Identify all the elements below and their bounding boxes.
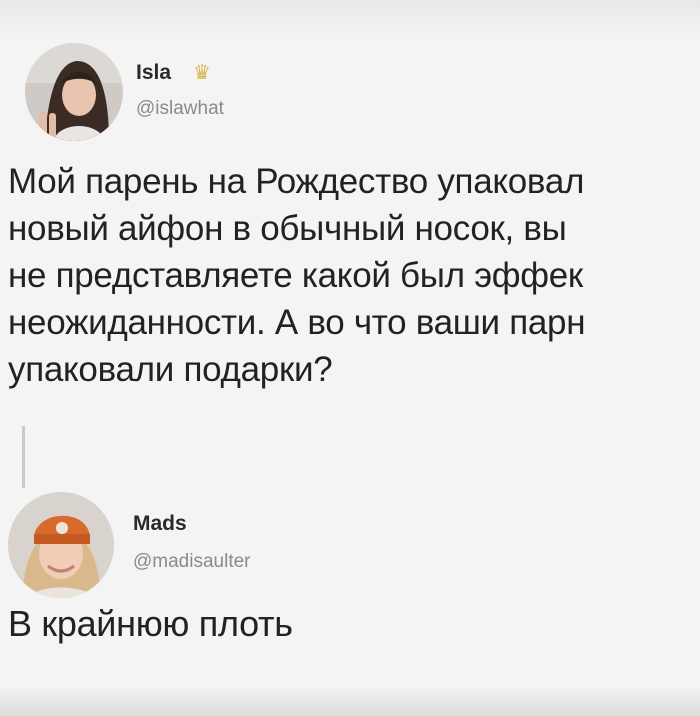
- tweet-text: Мой парень на Рождество упаковал новый а…: [8, 162, 586, 389]
- reply-text: В крайнюю плоть: [8, 603, 293, 644]
- author-name[interactable]: Isla: [136, 61, 171, 85]
- bottom-shade: [0, 686, 700, 716]
- isla-avatar[interactable]: [25, 43, 123, 141]
- mads-avatar[interactable]: [8, 492, 114, 598]
- author-handle[interactable]: @islawhat: [136, 98, 224, 120]
- thread-connector: [22, 426, 25, 488]
- top-shade: [0, 0, 700, 40]
- reply-author-handle[interactable]: @madisaulter: [133, 551, 251, 573]
- reply-author-name[interactable]: Mads: [133, 512, 187, 536]
- crown-icon: ♛: [193, 62, 211, 84]
